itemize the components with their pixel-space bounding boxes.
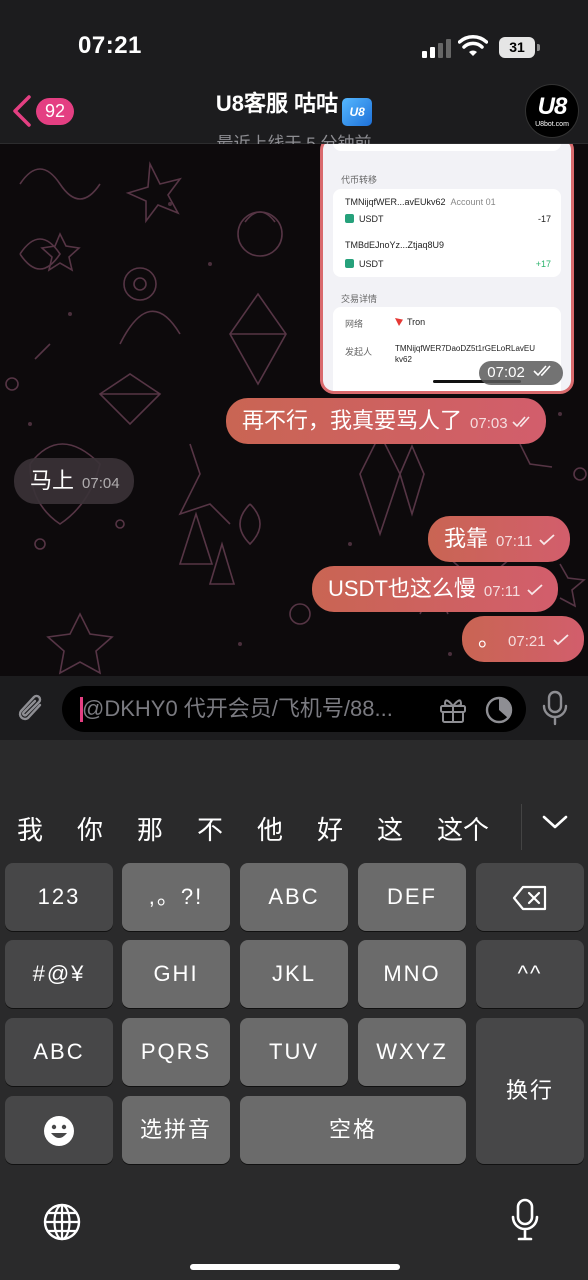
verified-badge-icon: U8 [342, 98, 373, 126]
image-network-label: 网络 [345, 319, 364, 329]
key-emoticon[interactable]: ^^ [476, 940, 584, 1008]
double-check-icon [533, 365, 551, 377]
message-text: 我靠 [444, 526, 489, 551]
message-time: 07:21 [508, 633, 546, 650]
key-pqrs[interactable]: PQRS [122, 1018, 230, 1086]
key-ghi[interactable]: GHI [122, 940, 230, 1008]
cellular-signal-icon [422, 39, 451, 58]
outgoing-message[interactable]: 。 07:21 [462, 616, 584, 662]
image-sender-value-2: kv62 [395, 355, 412, 364]
candidate-word[interactable]: 你 [77, 810, 103, 847]
image-row1-amount: -17 [537, 214, 551, 224]
candidate-word[interactable]: 那 [137, 810, 163, 847]
image-sender-value-1: TMNijqfWER7DaoDZ5t1rGELoRLavEU [395, 344, 536, 353]
candidate-separator [521, 804, 522, 850]
usdt-token-icon [345, 214, 354, 223]
image-sender-label: 发起人 [345, 347, 373, 357]
key-jkl[interactable]: JKL [240, 940, 348, 1008]
timer-icon[interactable] [484, 695, 514, 725]
outgoing-message[interactable]: 再不行，我真要骂人了 07:03 [226, 398, 546, 444]
key-select-pinyin[interactable]: 选拼音 [122, 1096, 230, 1164]
emoji-icon [44, 1116, 74, 1147]
tron-icon [395, 318, 403, 326]
key-abc-switch[interactable]: ABC [5, 1018, 113, 1086]
message-input-placeholder: @DKHY0 代开会员/飞机号/88... [82, 696, 393, 721]
check-icon [527, 584, 543, 596]
image-section-transfer: 代币转移 [341, 175, 378, 185]
key-123[interactable]: 123 [5, 863, 113, 931]
message-text: 马上 [30, 468, 75, 493]
message-input[interactable]: @DKHY0 代开会员/飞机号/88... [62, 686, 526, 732]
image-card-top [333, 144, 561, 151]
image-section-details: 交易详情 [341, 294, 378, 304]
status-bar: 07:21 31 [0, 0, 588, 80]
return-key[interactable]: 换行 [476, 1018, 584, 1164]
message-text: 。 [478, 626, 501, 651]
image-network-value: Tron [395, 317, 425, 327]
chat-header: 92 U8客服 咕咕U8 最近上线于 5 分钟前 U8 U8bot.com [0, 80, 588, 153]
candidate-word[interactable]: 这 [377, 810, 403, 847]
battery-indicator: 31 [499, 37, 540, 58]
message-text: USDT也这么慢 [328, 576, 476, 601]
check-icon [552, 634, 569, 646]
message-text: 再不行，我真要骂人了 [242, 408, 463, 433]
message-time: 07:11 [496, 533, 533, 550]
usdt-token-icon [345, 259, 354, 268]
candidate-word[interactable]: 这个 [437, 810, 489, 847]
space-key[interactable]: 空格 [240, 1096, 466, 1164]
backspace-key[interactable] [476, 863, 584, 931]
candidate-word[interactable]: 不 [197, 810, 223, 847]
image-row1-token: USDT [345, 214, 384, 224]
image-message[interactable]: 代币转移 TMNijqfWER...avEUkv62 Account 01 US… [320, 144, 574, 394]
chevron-down-icon[interactable] [540, 812, 570, 832]
candidate-word[interactable]: 好 [317, 810, 343, 847]
wifi-icon [458, 35, 488, 56]
avatar[interactable]: U8 U8bot.com [525, 84, 579, 138]
key-tuv[interactable]: TUV [240, 1018, 348, 1086]
incoming-message[interactable]: 马上 07:04 [14, 458, 134, 504]
paperclip-icon[interactable] [14, 691, 48, 727]
globe-icon[interactable] [42, 1202, 82, 1242]
message-input-bar: @DKHY0 代开会员/飞机号/88... [0, 676, 588, 740]
microphone-icon[interactable] [540, 690, 570, 726]
chat-area[interactable]: 代币转移 TMNijqfWER...avEUkv62 Account 01 US… [0, 144, 588, 676]
status-time: 07:21 [78, 32, 142, 59]
chat-title: U8客服 咕咕 [215, 91, 339, 116]
key-punctuation[interactable]: ,。?! [122, 863, 230, 931]
avatar-logo: U8 [537, 93, 568, 120]
key-mno[interactable]: MNO [358, 940, 466, 1008]
avatar-logo-sub: U8bot.com [535, 121, 569, 128]
candidate-bar: 我 你 那 不 他 好 这 这个 [0, 804, 588, 854]
gift-icon[interactable] [438, 696, 468, 724]
double-check-icon [511, 416, 530, 428]
check-icon [539, 534, 556, 546]
backspace-icon [512, 886, 547, 911]
outgoing-message[interactable]: 我靠 07:11 [428, 516, 571, 562]
home-indicator [190, 1264, 400, 1270]
outgoing-message[interactable]: USDT也这么慢 07:11 [312, 566, 559, 612]
image-message-time: 07:02 [479, 361, 563, 385]
dictation-microphone-icon[interactable] [510, 1198, 540, 1242]
key-wxyz[interactable]: WXYZ [358, 1018, 466, 1086]
candidate-word[interactable]: 我 [17, 810, 43, 847]
emoji-key[interactable] [5, 1096, 113, 1164]
image-row1-address: TMNijqfWER...avEUkv62 Account 01 [345, 197, 496, 207]
keyboard: 我 你 那 不 他 好 这 这个 123 ,。?! ABC DEF #@¥ GH… [0, 740, 588, 1280]
key-def[interactable]: DEF [358, 863, 466, 931]
message-time: 07:03 [470, 415, 508, 432]
key-symbols[interactable]: #@¥ [5, 940, 113, 1008]
message-time: 07:04 [82, 475, 120, 492]
message-time: 07:11 [483, 583, 521, 600]
image-row2-address: TMBdEJnoYz...Ztjaq8U9 [345, 240, 445, 250]
candidate-word[interactable]: 他 [257, 810, 283, 847]
image-row2-amount: +17 [535, 259, 551, 269]
image-row2-token: USDT [345, 259, 384, 269]
key-abc[interactable]: ABC [240, 863, 348, 931]
